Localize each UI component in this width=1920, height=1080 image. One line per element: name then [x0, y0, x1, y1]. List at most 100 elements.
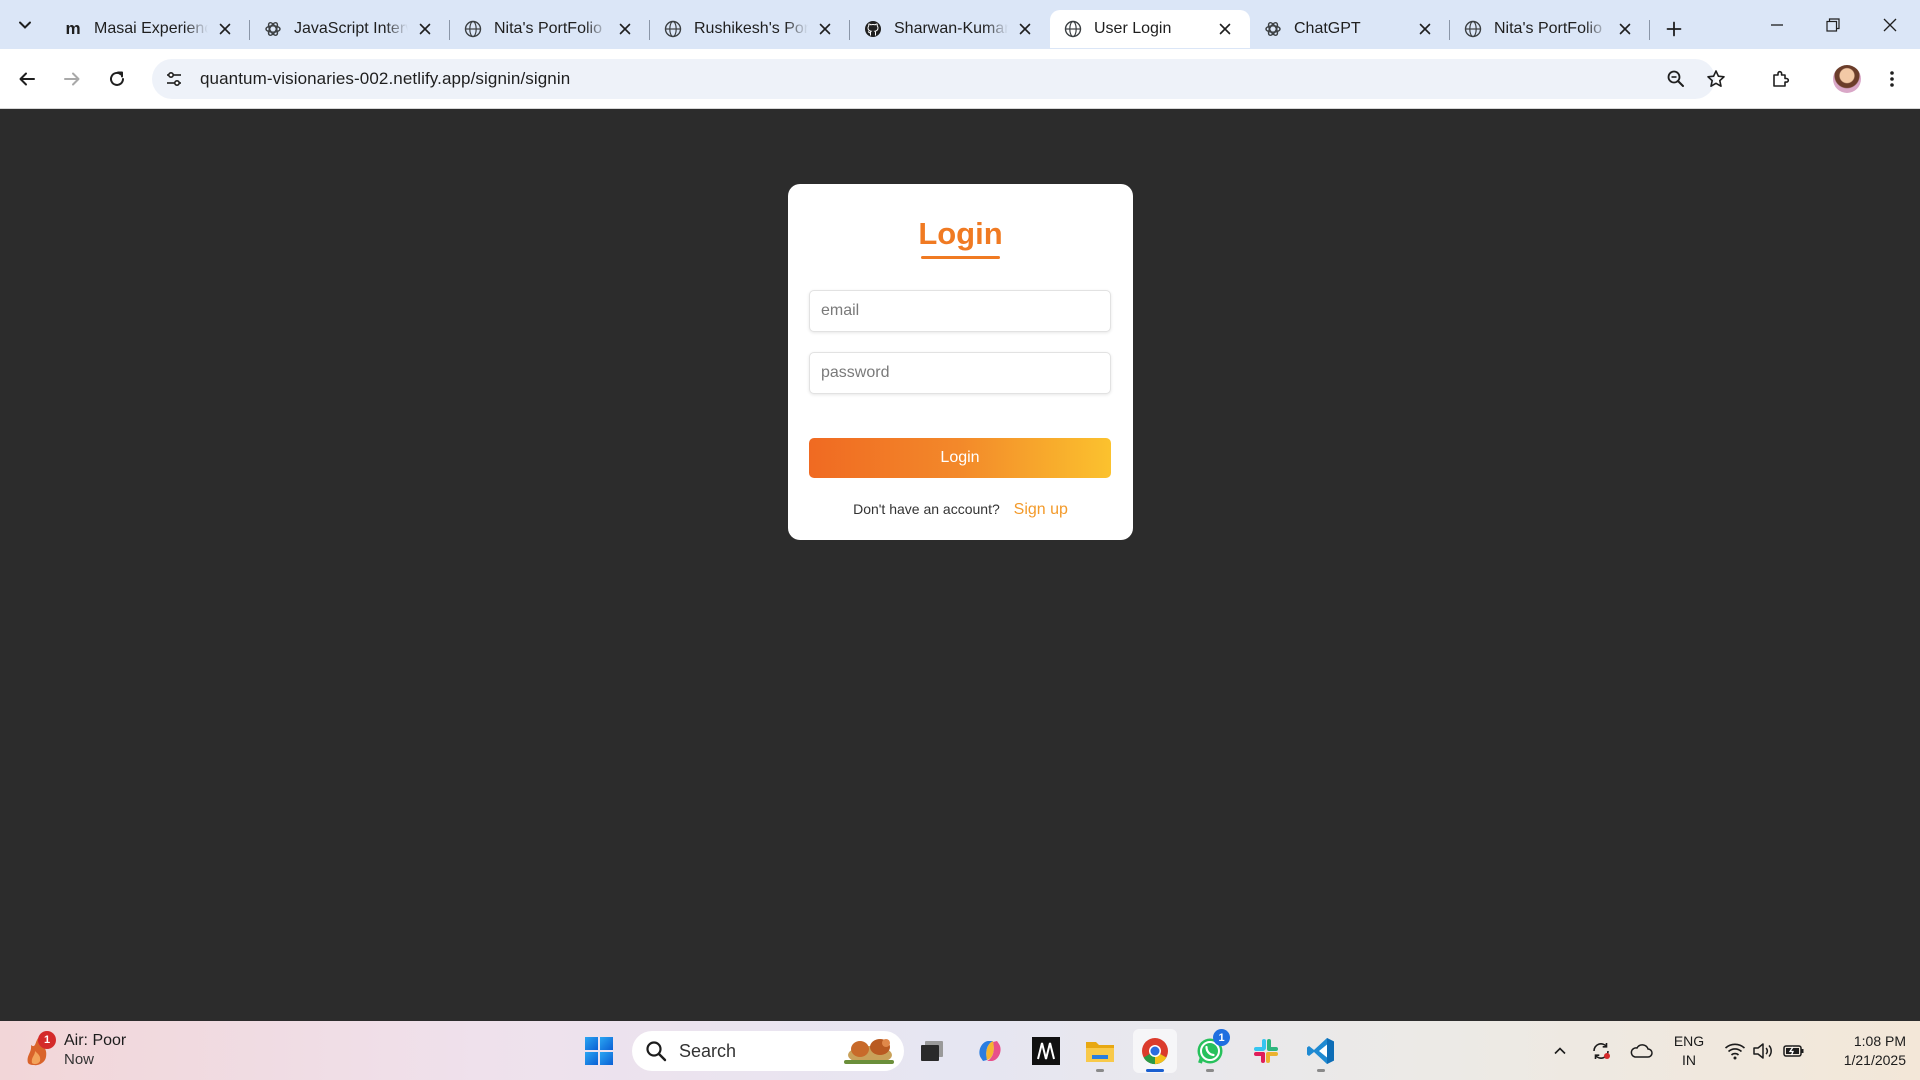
globe-icon	[464, 20, 482, 38]
forward-button[interactable]	[54, 61, 90, 97]
tab-title: Masai Experience	[94, 20, 208, 37]
browser-tab[interactable]: Sharwan-Kumar	[850, 10, 1050, 48]
running-indicator	[1206, 1069, 1214, 1072]
browser-toolbar: quantum-visionaries-002.netlify.app/sign…	[0, 49, 1920, 109]
close-tab-icon[interactable]	[1614, 18, 1636, 40]
volume-tray-button[interactable]	[1750, 1021, 1776, 1080]
profile-avatar[interactable]	[1833, 65, 1861, 93]
password-input[interactable]	[809, 352, 1111, 394]
wifi-tray-button[interactable]	[1722, 1021, 1748, 1080]
taskbar-search[interactable]: Search	[632, 1031, 904, 1071]
show-hidden-icons-button[interactable]	[1546, 1021, 1574, 1080]
battery-charging-icon	[1783, 1044, 1804, 1057]
close-window-button[interactable]	[1862, 0, 1918, 49]
taskbar-app-masai[interactable]	[1024, 1029, 1068, 1073]
globe-icon	[1064, 20, 1082, 38]
onedrive-tray-button[interactable]	[1626, 1021, 1656, 1080]
title-underline	[921, 256, 1000, 259]
reload-icon	[110, 71, 124, 86]
close-tab-icon[interactable]	[1414, 18, 1436, 40]
chatgpt-icon	[1264, 20, 1282, 38]
weather-widget[interactable]: 1 Air: Poor Now	[24, 1031, 126, 1069]
chevron-down-icon	[19, 21, 31, 29]
browser-tab[interactable]: ChatGPT	[1250, 10, 1450, 48]
active-indicator	[1146, 1069, 1164, 1072]
back-button[interactable]	[9, 61, 45, 97]
browser-tab[interactable]: Nita's PortFolio	[1450, 10, 1650, 48]
clock-time: 1:08 PM	[1853, 1033, 1906, 1049]
zoom-button[interactable]	[1658, 61, 1694, 97]
weather-badge: 1	[38, 1031, 56, 1049]
tab-title: Nita's PortFolio	[1494, 20, 1602, 37]
whatsapp-badge: 1	[1213, 1029, 1230, 1046]
start-button[interactable]	[577, 1029, 621, 1073]
address-bar[interactable]: quantum-visionaries-002.netlify.app/sign…	[152, 59, 1725, 99]
search-icon	[646, 1041, 667, 1062]
language-line1: ENG	[1673, 1033, 1705, 1049]
close-tab-icon[interactable]	[614, 18, 636, 40]
browser-tab[interactable]: User Login	[1050, 10, 1250, 48]
restore-button[interactable]	[1805, 0, 1861, 49]
close-tab-icon[interactable]	[214, 18, 236, 40]
slack-icon	[1254, 1039, 1278, 1063]
globe-icon	[664, 20, 682, 38]
tab-title: Nita's PortFolio	[494, 20, 602, 37]
taskbar-app-chrome[interactable]	[1133, 1029, 1177, 1073]
plus-icon	[1666, 21, 1682, 37]
weather-subtitle: Now	[64, 1051, 95, 1068]
browser-tab[interactable]: m Masai Experience	[50, 10, 250, 48]
browser-tab[interactable]: Rushikesh's Portfolio	[650, 10, 850, 48]
close-icon	[1883, 18, 1897, 31]
taskbar-app-vscode[interactable]	[1299, 1029, 1343, 1073]
reload-button[interactable]	[99, 61, 135, 97]
new-tab-button[interactable]	[1654, 9, 1694, 49]
tab-title: ChatGPT	[1294, 20, 1361, 37]
close-tab-icon[interactable]	[414, 18, 436, 40]
wifi-icon	[1724, 1043, 1746, 1059]
taskbar-app-whatsapp[interactable]: 1	[1188, 1029, 1232, 1073]
windows-logo-icon	[585, 1037, 613, 1065]
taskbar-app-slack[interactable]	[1244, 1029, 1288, 1073]
url-text[interactable]: quantum-visionaries-002.netlify.app/sign…	[200, 69, 570, 89]
signup-link[interactable]: Sign up	[1014, 501, 1068, 518]
extensions-button[interactable]	[1763, 61, 1799, 97]
volume-icon	[1753, 1042, 1772, 1059]
system-clock[interactable]: 1:08 PM 1/21/2025	[1820, 1032, 1906, 1070]
globe-icon	[1464, 20, 1482, 38]
login-title: Login	[918, 216, 1003, 251]
minimize-icon	[1771, 23, 1783, 26]
taskbar-app-copilot[interactable]	[968, 1029, 1012, 1073]
arrow-left-icon	[19, 72, 35, 86]
bookmark-button[interactable]	[1698, 61, 1734, 97]
close-tab-icon[interactable]	[1014, 18, 1036, 40]
arrow-right-icon	[64, 72, 80, 86]
tune-icon	[167, 71, 181, 87]
masai-app-icon	[1032, 1037, 1060, 1065]
tab-title: JavaScript Interview	[294, 20, 408, 37]
battery-tray-button[interactable]	[1780, 1021, 1808, 1080]
tab-list: m Masai Experience JavaScript Interview Nit…	[50, 6, 1694, 49]
close-tab-icon[interactable]	[1214, 18, 1236, 40]
minimize-button[interactable]	[1749, 0, 1805, 49]
chevron-up-icon	[1554, 1046, 1566, 1054]
language-indicator[interactable]: ENG IN	[1672, 1032, 1706, 1070]
sync-tray-button[interactable]	[1586, 1021, 1616, 1080]
folder-icon	[1086, 1042, 1114, 1062]
more-vertical-icon	[1890, 71, 1894, 87]
taskbar-app-task-view[interactable]	[910, 1029, 954, 1073]
email-input[interactable]	[809, 290, 1111, 332]
browser-menu-button[interactable]	[1874, 61, 1910, 97]
login-button[interactable]: Login	[809, 438, 1111, 478]
search-label: Search	[679, 1040, 737, 1061]
tab-title: Rushikesh's Portfolio	[694, 20, 808, 37]
login-card: Login Login Don't have an account? Sign …	[788, 184, 1133, 540]
chatgpt-icon	[264, 20, 282, 38]
restore-icon	[1826, 17, 1840, 32]
browser-tab[interactable]: Nita's PortFolio	[450, 10, 650, 48]
tab-search-button[interactable]	[10, 10, 40, 40]
tab-separator	[1649, 20, 1650, 40]
close-tab-icon[interactable]	[814, 18, 836, 40]
browser-tab[interactable]: JavaScript Interview	[250, 10, 450, 48]
site-info-button[interactable]	[156, 61, 192, 97]
taskbar-app-file-explorer[interactable]	[1078, 1029, 1122, 1073]
